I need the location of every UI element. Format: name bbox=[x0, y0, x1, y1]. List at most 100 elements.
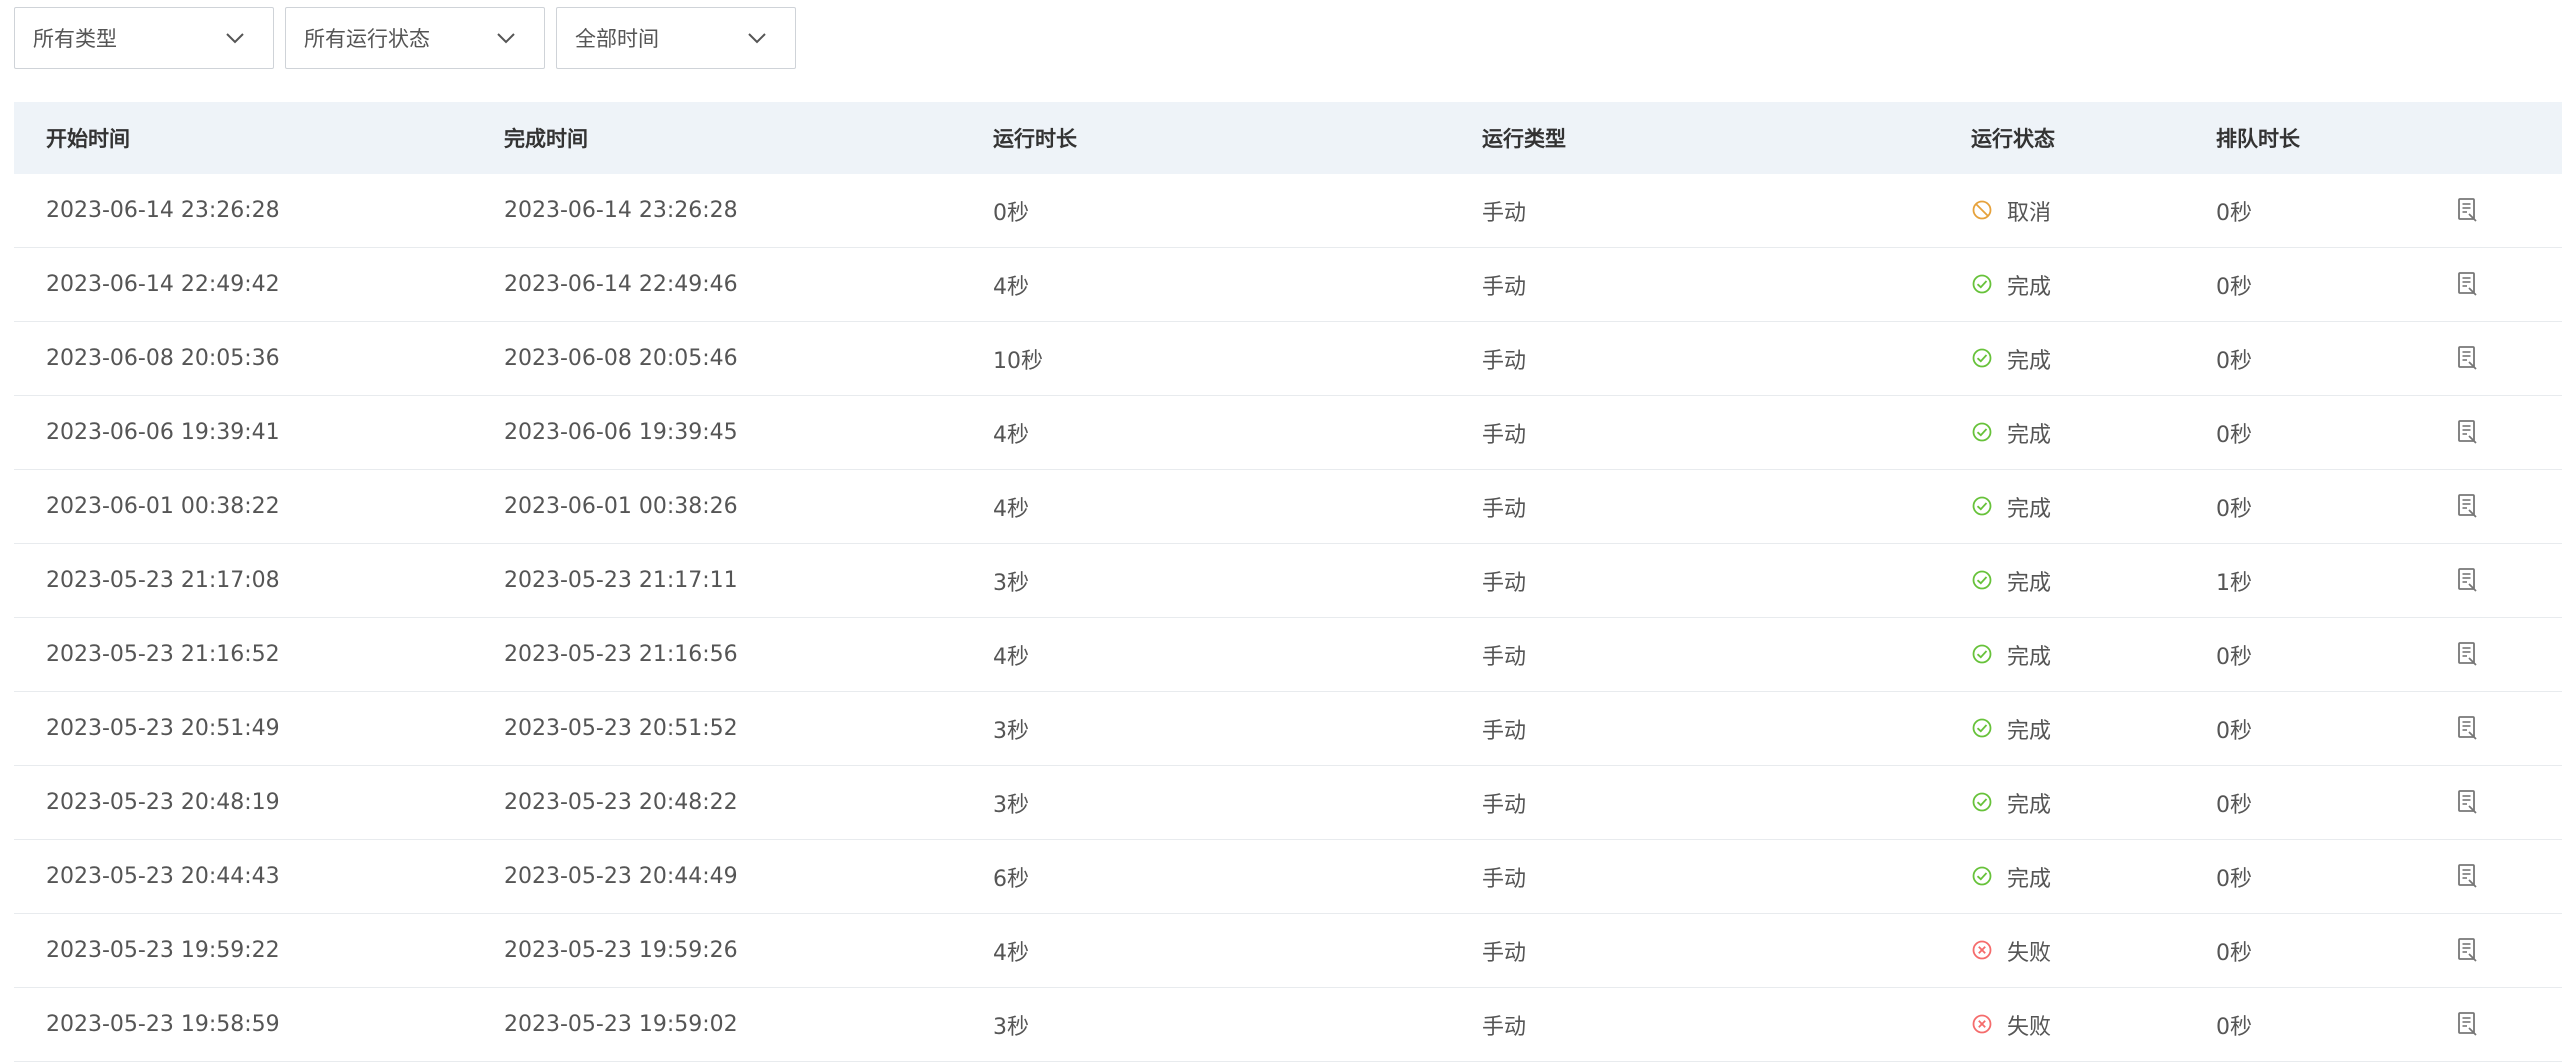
view-log-icon[interactable] bbox=[2456, 863, 2482, 891]
header-run-status: 运行状态 bbox=[1971, 127, 2055, 151]
actions-cell bbox=[2456, 271, 2536, 299]
run-status-label: 完成 bbox=[2007, 644, 2052, 670]
end-time-cell: 2023-05-23 19:59:26 bbox=[504, 938, 738, 963]
chevron-down-icon bbox=[225, 27, 247, 49]
queue-time-cell: 0秒 bbox=[2216, 348, 2252, 374]
end-time-cell: 2023-05-23 21:17:11 bbox=[504, 568, 738, 593]
duration-cell: 0秒 bbox=[993, 200, 1029, 226]
start-time-cell: 2023-06-14 22:49:42 bbox=[46, 272, 280, 297]
run-type-cell: 手动 bbox=[1482, 1014, 1527, 1040]
success-status-icon bbox=[1971, 347, 1995, 371]
queue-time-cell: 0秒 bbox=[2216, 496, 2252, 522]
cancel-status-icon bbox=[1971, 199, 1995, 223]
view-log-icon[interactable] bbox=[2456, 493, 2482, 521]
start-time-cell: 2023-06-01 00:38:22 bbox=[46, 494, 280, 519]
actions-cell bbox=[2456, 789, 2536, 817]
run-status-label: 失败 bbox=[2007, 1014, 2052, 1040]
duration-cell: 4秒 bbox=[993, 940, 1029, 966]
type-filter-dropdown[interactable]: 所有类型 bbox=[14, 7, 274, 69]
run-history-table: 开始时间 完成时间 运行时长 运行类型 运行状态 排队时长 2023-06-14… bbox=[14, 102, 2562, 1062]
queue-time-cell: 0秒 bbox=[2216, 792, 2252, 818]
actions-cell bbox=[2456, 493, 2536, 521]
run-status-label: 完成 bbox=[2007, 422, 2052, 448]
chevron-down-icon bbox=[747, 27, 769, 49]
start-time-cell: 2023-05-23 21:16:52 bbox=[46, 642, 280, 667]
actions-cell bbox=[2456, 197, 2536, 225]
run-type-cell: 手动 bbox=[1482, 792, 1527, 818]
duration-cell: 6秒 bbox=[993, 866, 1029, 892]
success-status-icon bbox=[1971, 865, 1995, 889]
type-filter-label: 所有类型 bbox=[33, 27, 117, 51]
view-log-icon[interactable] bbox=[2456, 641, 2482, 669]
run-status-cell: 失败 bbox=[1971, 935, 2216, 967]
end-time-cell: 2023-05-23 20:44:49 bbox=[504, 864, 738, 889]
view-log-icon[interactable] bbox=[2456, 271, 2482, 299]
end-time-cell: 2023-05-23 19:59:02 bbox=[504, 1012, 738, 1037]
run-status-label: 完成 bbox=[2007, 496, 2052, 522]
status-filter-dropdown[interactable]: 所有运行状态 bbox=[285, 7, 545, 69]
run-status-cell: 完成 bbox=[1971, 491, 2216, 523]
run-status-cell: 完成 bbox=[1971, 565, 2216, 597]
end-time-cell: 2023-06-06 19:39:45 bbox=[504, 420, 738, 445]
run-status-label: 失败 bbox=[2007, 940, 2052, 966]
run-status-label: 完成 bbox=[2007, 792, 2052, 818]
run-type-cell: 手动 bbox=[1482, 570, 1527, 596]
time-filter-dropdown[interactable]: 全部时间 bbox=[556, 7, 796, 69]
chevron-down-icon bbox=[496, 27, 518, 49]
view-log-icon[interactable] bbox=[2456, 567, 2482, 595]
run-status-label: 完成 bbox=[2007, 274, 2052, 300]
view-log-icon[interactable] bbox=[2456, 345, 2482, 373]
start-time-cell: 2023-06-08 20:05:36 bbox=[46, 346, 280, 371]
actions-cell bbox=[2456, 1011, 2536, 1039]
fail-status-icon bbox=[1971, 939, 1995, 963]
table-body: 2023-06-14 23:26:28 2023-06-14 23:26:28 0秒… bbox=[14, 174, 2562, 1062]
header-duration: 运行时长 bbox=[993, 127, 1077, 151]
run-type-cell: 手动 bbox=[1482, 866, 1527, 892]
run-status-label: 完成 bbox=[2007, 718, 2052, 744]
end-time-cell: 2023-05-23 20:51:52 bbox=[504, 716, 738, 741]
table-row: 2023-05-23 20:44:43 2023-05-23 20:44:49 6秒… bbox=[14, 840, 2562, 914]
run-type-cell: 手动 bbox=[1482, 644, 1527, 670]
end-time-cell: 2023-06-14 23:26:28 bbox=[504, 198, 738, 223]
table-row: 2023-05-23 21:17:08 2023-05-23 21:17:11 3秒… bbox=[14, 544, 2562, 618]
run-type-cell: 手动 bbox=[1482, 200, 1527, 226]
view-log-icon[interactable] bbox=[2456, 715, 2482, 743]
start-time-cell: 2023-05-23 20:44:43 bbox=[46, 864, 280, 889]
table-row: 2023-05-23 19:58:59 2023-05-23 19:59:02 3秒… bbox=[14, 988, 2562, 1062]
view-log-icon[interactable] bbox=[2456, 197, 2482, 225]
header-start-time: 开始时间 bbox=[46, 127, 130, 151]
view-log-icon[interactable] bbox=[2456, 419, 2482, 447]
duration-cell: 3秒 bbox=[993, 570, 1029, 596]
actions-cell bbox=[2456, 419, 2536, 447]
start-time-cell: 2023-05-23 20:51:49 bbox=[46, 716, 280, 741]
actions-cell bbox=[2456, 937, 2536, 965]
success-status-icon bbox=[1971, 717, 1995, 741]
queue-time-cell: 0秒 bbox=[2216, 1014, 2252, 1040]
run-status-cell: 取消 bbox=[1971, 195, 2216, 227]
duration-cell: 3秒 bbox=[993, 1014, 1029, 1040]
view-log-icon[interactable] bbox=[2456, 789, 2482, 817]
run-status-label: 取消 bbox=[2007, 200, 2052, 226]
run-status-cell: 完成 bbox=[1971, 713, 2216, 745]
table-header: 开始时间 完成时间 运行时长 运行类型 运行状态 排队时长 bbox=[14, 102, 2562, 174]
table-row: 2023-06-06 19:39:41 2023-06-06 19:39:45 4秒… bbox=[14, 396, 2562, 470]
run-status-cell: 完成 bbox=[1971, 787, 2216, 819]
duration-cell: 3秒 bbox=[993, 792, 1029, 818]
fail-status-icon bbox=[1971, 1013, 1995, 1037]
run-status-label: 完成 bbox=[2007, 570, 2052, 596]
end-time-cell: 2023-06-14 22:49:46 bbox=[504, 272, 738, 297]
run-type-cell: 手动 bbox=[1482, 718, 1527, 744]
table-row: 2023-05-23 20:51:49 2023-05-23 20:51:52 3秒… bbox=[14, 692, 2562, 766]
actions-cell bbox=[2456, 641, 2536, 669]
header-run-type: 运行类型 bbox=[1482, 127, 1566, 151]
time-filter-label: 全部时间 bbox=[575, 27, 659, 51]
success-status-icon bbox=[1971, 569, 1995, 593]
view-log-icon[interactable] bbox=[2456, 1011, 2482, 1039]
run-type-cell: 手动 bbox=[1482, 348, 1527, 374]
table-row: 2023-06-08 20:05:36 2023-06-08 20:05:46 10… bbox=[14, 322, 2562, 396]
view-log-icon[interactable] bbox=[2456, 937, 2482, 965]
table-row: 2023-06-14 22:49:42 2023-06-14 22:49:46 4秒… bbox=[14, 248, 2562, 322]
start-time-cell: 2023-05-23 19:59:22 bbox=[46, 938, 280, 963]
duration-cell: 4秒 bbox=[993, 644, 1029, 670]
run-status-cell: 完成 bbox=[1971, 639, 2216, 671]
